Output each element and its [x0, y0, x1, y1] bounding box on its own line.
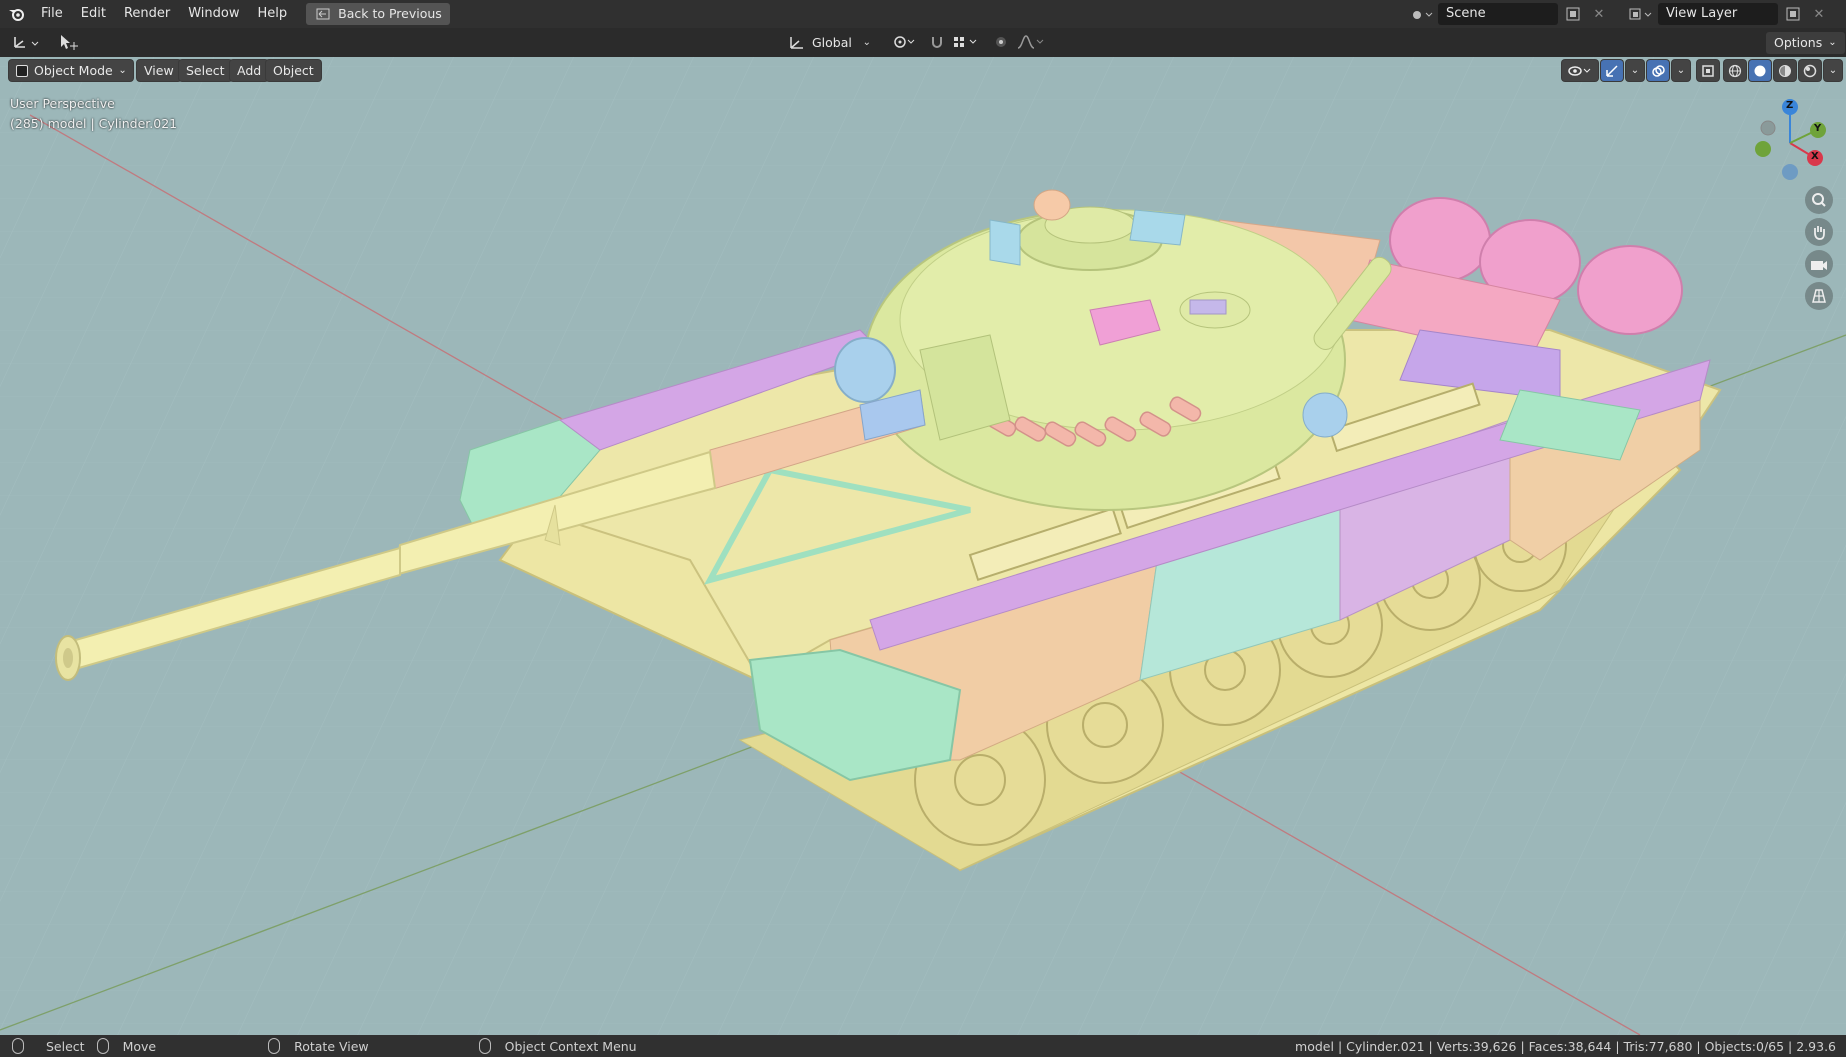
- blender-logo-icon[interactable]: [8, 5, 26, 23]
- options-dropdown[interactable]: Options ⌄: [1766, 32, 1845, 54]
- status-move: Move: [122, 1038, 157, 1054]
- show-overlays-icon[interactable]: [1647, 60, 1669, 81]
- pivot-point-icon[interactable]: [892, 31, 916, 53]
- gizmo-chevron-icon[interactable]: ⌄: [1626, 60, 1644, 81]
- gizmo-y-label: Y: [1814, 123, 1822, 134]
- view-layer-selector-icon[interactable]: [1628, 3, 1654, 25]
- snap-toggle-icon[interactable]: [926, 31, 948, 53]
- view-layer-name: View Layer: [1666, 6, 1738, 21]
- mouse-right-icon: [478, 1038, 491, 1054]
- new-view-layer-icon[interactable]: [1782, 3, 1804, 25]
- menu-window[interactable]: Window: [179, 0, 248, 28]
- object-mode-chevron-icon: ⌄: [118, 65, 127, 76]
- viewport-canvas: [0, 28, 1846, 1035]
- menu-edit[interactable]: Edit: [72, 0, 115, 28]
- wireframe-shading-icon[interactable]: [1724, 60, 1746, 81]
- options-label: Options: [1774, 35, 1823, 50]
- overlays-chevron-icon[interactable]: ⌄: [1672, 60, 1690, 81]
- options-chevron-icon: ⌄: [1828, 37, 1837, 48]
- gizmo-x-label: X: [1811, 151, 1819, 162]
- select-tool-cursor-icon[interactable]: [58, 32, 80, 54]
- mouse-middle-icon: [268, 1038, 281, 1054]
- select-menu-button[interactable]: Select: [179, 60, 232, 81]
- menu-help[interactable]: Help: [249, 0, 297, 28]
- status-rotate-view: Rotate View: [294, 1038, 369, 1054]
- xray-toggle-icon[interactable]: [1697, 60, 1719, 81]
- scene-selector-icon[interactable]: [1410, 3, 1434, 25]
- status-context-menu: Object Context Menu: [504, 1038, 637, 1054]
- scene-statistics: model | Cylinder.021 | Verts:39,626 | Fa…: [1295, 1038, 1836, 1054]
- back-to-previous-label: Back to Previous: [338, 6, 442, 21]
- object-mode-dropdown[interactable]: Object Mode ⌄: [9, 60, 133, 81]
- mouse-drag-icon: [96, 1038, 109, 1054]
- shading-chevron-icon[interactable]: ⌄: [1824, 60, 1842, 81]
- 3d-viewport[interactable]: Z X Y User Perspective (285) model | Cyl…: [0, 28, 1846, 1035]
- view-layer-field[interactable]: View Layer: [1658, 3, 1778, 25]
- back-to-previous-button[interactable]: Back to Previous: [306, 3, 450, 25]
- transform-orientation-dropdown[interactable]: Global: [812, 35, 852, 50]
- delete-scene-icon[interactable]: ✕: [1588, 3, 1610, 25]
- mouse-left-icon: [12, 1038, 24, 1054]
- scene-name-field[interactable]: Scene: [1438, 3, 1558, 25]
- gizmo-z-label: Z: [1786, 100, 1794, 111]
- menu-render[interactable]: Render: [115, 0, 179, 28]
- snap-increment-icon[interactable]: [952, 31, 980, 53]
- new-scene-icon[interactable]: [1562, 3, 1584, 25]
- transform-orientation-icon[interactable]: [786, 31, 808, 53]
- show-gizmo-icon[interactable]: [1601, 60, 1623, 81]
- object-mode-label: Object Mode: [34, 63, 113, 78]
- proportional-editing-icon[interactable]: [990, 31, 1012, 53]
- zoom-icon[interactable]: [1805, 186, 1833, 214]
- object-menu-button[interactable]: Object: [266, 60, 321, 81]
- chevron-down-icon: ⌄: [862, 36, 872, 48]
- visibility-selectability-icon[interactable]: [1562, 60, 1598, 81]
- status-bar: Select Move Rotate View Object Context M…: [0, 1035, 1846, 1057]
- editor-type-icon[interactable]: [10, 32, 44, 54]
- delete-view-layer-icon[interactable]: ✕: [1808, 3, 1830, 25]
- status-select: Select: [46, 1038, 85, 1054]
- view-menu-button[interactable]: View: [137, 60, 181, 81]
- top-menu-bar: File Edit Render Window Help Back to Pre…: [0, 0, 1846, 28]
- material-preview-icon[interactable]: [1774, 60, 1796, 81]
- falloff-curve-icon[interactable]: [1016, 31, 1046, 53]
- menu-file[interactable]: File: [32, 0, 72, 28]
- ortho-grid-icon[interactable]: [1805, 282, 1833, 310]
- add-menu-button[interactable]: Add: [230, 60, 269, 81]
- pan-hand-icon[interactable]: [1805, 218, 1833, 246]
- rendered-shading-icon[interactable]: [1799, 60, 1821, 81]
- active-object-label: (285) model | Cylinder.021: [10, 116, 178, 131]
- editor-header: Global ⌄ Options ⌄: [0, 28, 1846, 57]
- back-icon: [314, 5, 332, 23]
- object-mode-icon: [16, 64, 28, 77]
- scene-name: Scene: [1446, 6, 1486, 21]
- solid-shading-icon[interactable]: [1749, 60, 1771, 81]
- perspective-label: User Perspective: [10, 96, 115, 111]
- camera-view-icon[interactable]: [1805, 250, 1833, 278]
